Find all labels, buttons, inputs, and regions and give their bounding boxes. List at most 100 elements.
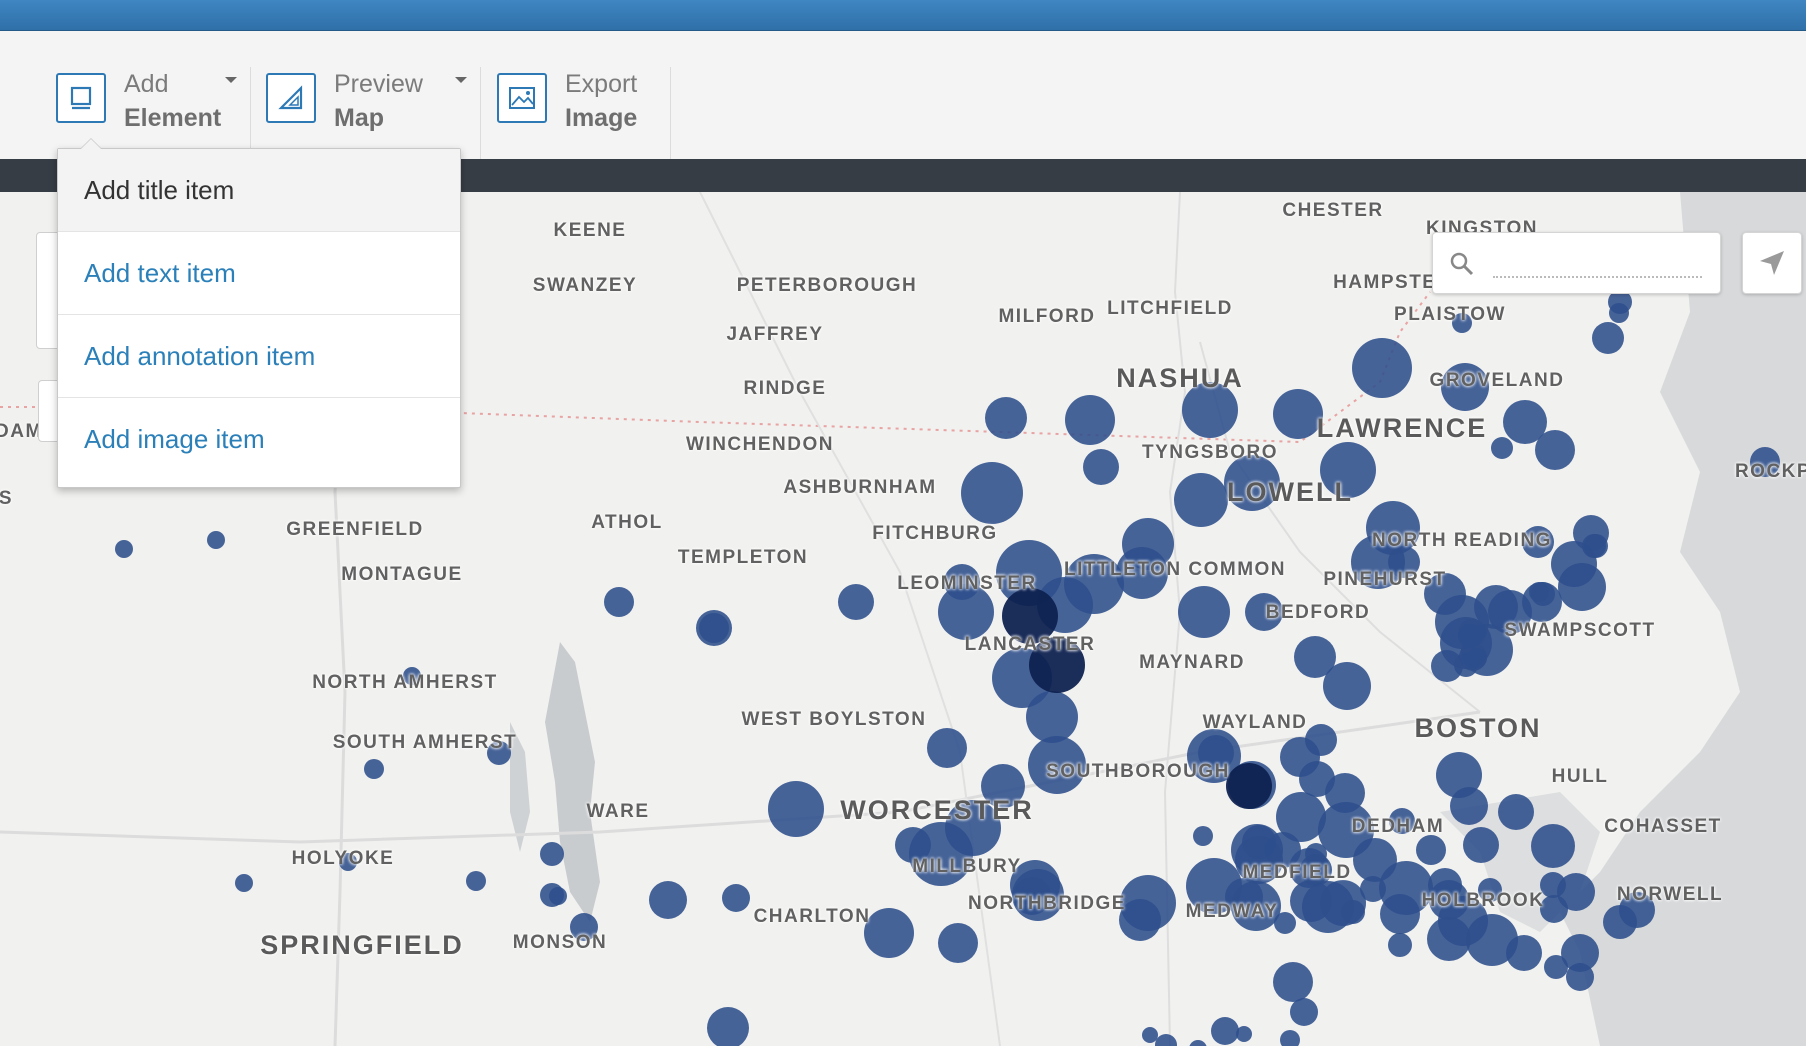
map-marker[interactable]	[466, 871, 486, 891]
map-marker[interactable]	[1065, 395, 1115, 445]
map-marker[interactable]	[1193, 826, 1213, 846]
map-marker[interactable]	[1491, 437, 1513, 459]
map-marker[interactable]	[1242, 825, 1276, 859]
map-marker[interactable]	[938, 923, 978, 963]
menu-add-text-item[interactable]: Add text item	[58, 232, 460, 315]
map-marker[interactable]	[1436, 752, 1482, 798]
map-marker[interactable]	[540, 842, 564, 866]
town-label: MONSON	[512, 932, 608, 953]
city-label: WORCESTER	[840, 795, 1034, 825]
map-marker[interactable]	[549, 887, 567, 905]
map-marker[interactable]	[864, 908, 914, 958]
city-label: LOWELL	[1227, 477, 1353, 507]
map-marker[interactable]	[1380, 894, 1420, 934]
town-label: NORWELL	[1616, 884, 1724, 905]
map-marker[interactable]	[722, 884, 750, 912]
map-marker[interactable]	[207, 531, 225, 549]
map-marker[interactable]	[1178, 586, 1230, 638]
map-marker[interactable]	[1236, 1026, 1252, 1042]
map-marker[interactable]	[1083, 449, 1119, 485]
town-label: LEOMINSTER	[897, 573, 1037, 594]
add-element-caret-icon[interactable]	[225, 77, 237, 83]
search-input[interactable]	[1491, 247, 1705, 277]
toolbar-divider	[480, 67, 481, 167]
map-marker[interactable]	[1290, 998, 1318, 1026]
map-marker[interactable]	[1280, 737, 1320, 777]
map-marker[interactable]	[1142, 1027, 1158, 1043]
map-marker[interactable]	[927, 728, 967, 768]
menu-add-title-item[interactable]: Add title item	[58, 149, 460, 232]
town-label: SOUTH AMHERST	[332, 732, 518, 753]
map-marker[interactable]	[707, 1007, 749, 1046]
map-marker[interactable]	[1273, 389, 1323, 439]
map-marker[interactable]	[1498, 794, 1534, 830]
square-frame-icon	[56, 73, 106, 123]
town-label: NORTH READING	[1372, 530, 1552, 551]
map-marker[interactable]	[1211, 1017, 1239, 1045]
map-marker[interactable]	[1558, 563, 1606, 611]
map-marker[interactable]	[1273, 962, 1313, 1002]
map-marker[interactable]	[699, 613, 729, 643]
map-marker[interactable]	[1592, 322, 1624, 354]
map-marker[interactable]	[1584, 534, 1608, 558]
map-marker[interactable]	[961, 462, 1023, 524]
town-label: KEENE	[553, 220, 627, 241]
map-marker[interactable]	[1294, 636, 1336, 678]
town-label: NORTH AMHERST	[312, 672, 498, 693]
map-search[interactable]	[1432, 232, 1721, 294]
town-label: SOUTHBOROUGH	[1046, 761, 1230, 782]
add-element-dropdown: Add title item Add text item Add annotat…	[57, 138, 461, 488]
map-marker[interactable]	[1544, 955, 1568, 979]
map-marker[interactable]	[1566, 963, 1594, 991]
map-marker[interactable]	[649, 881, 687, 919]
map-marker[interactable]	[1155, 1034, 1177, 1046]
town-label: WINCHENDON	[686, 434, 834, 455]
ocean-area	[1560, 192, 1806, 1046]
map-marker[interactable]	[1506, 935, 1542, 971]
preview-map-caret-icon[interactable]	[455, 77, 467, 83]
map-marker[interactable]	[1280, 1030, 1300, 1046]
map-marker[interactable]	[1531, 824, 1575, 868]
menu-add-image-item[interactable]: Add image item	[58, 398, 460, 481]
map-marker[interactable]	[1026, 691, 1078, 743]
image-icon	[497, 73, 547, 123]
map-marker[interactable]	[1352, 338, 1412, 398]
map-marker[interactable]	[1341, 900, 1365, 924]
ruler-triangle-icon	[266, 73, 316, 123]
export-image-button[interactable]: Export Image	[497, 67, 637, 159]
map-marker[interactable]	[1174, 473, 1228, 527]
city-label: NASHUA	[1116, 363, 1244, 393]
map-marker[interactable]	[1463, 827, 1499, 863]
map-marker[interactable]	[1427, 917, 1471, 961]
app-header-bar	[0, 0, 1806, 31]
town-label: PLAISTOW	[1394, 304, 1506, 325]
map-marker[interactable]	[838, 584, 874, 620]
town-label: S	[0, 488, 14, 509]
map-marker[interactable]	[115, 540, 133, 558]
map-marker[interactable]	[768, 781, 824, 837]
location-arrow-icon	[1760, 251, 1784, 275]
map-marker[interactable]	[1226, 763, 1272, 809]
map-marker[interactable]	[1535, 430, 1575, 470]
town-label: HOLBROOK	[1421, 890, 1545, 911]
map-marker[interactable]	[604, 587, 634, 617]
town-label: MAYNARD	[1139, 652, 1245, 673]
map-marker[interactable]	[235, 874, 253, 892]
map-marker[interactable]	[985, 397, 1027, 439]
town-label: HULL	[1551, 766, 1609, 787]
search-underline	[1493, 276, 1702, 278]
preview-map-button[interactable]: Preview Map	[266, 67, 423, 159]
map-marker[interactable]	[1189, 1040, 1207, 1046]
map-marker[interactable]	[1388, 933, 1412, 957]
map-marker[interactable]	[1529, 582, 1549, 602]
map-marker[interactable]	[1360, 876, 1386, 902]
menu-add-annotation-item[interactable]: Add annotation item	[58, 315, 460, 398]
town-label: RINDGE	[743, 378, 827, 399]
map-marker[interactable]	[1416, 835, 1446, 865]
map-marker[interactable]	[364, 759, 384, 779]
locate-button[interactable]	[1742, 232, 1802, 294]
add-element-label-1: Add	[124, 70, 169, 98]
map-marker[interactable]	[1459, 643, 1487, 671]
town-label: WEST BOYLSTON	[741, 709, 927, 730]
map-marker[interactable]	[1609, 303, 1629, 323]
